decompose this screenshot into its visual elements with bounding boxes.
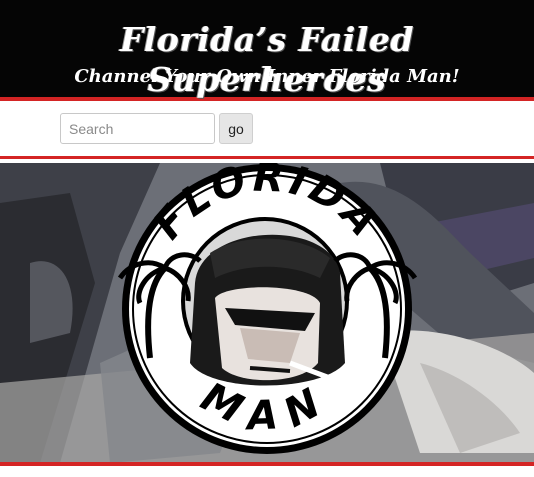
hero-banner: FLORIDA MAN — [0, 163, 534, 463]
go-button[interactable]: go — [219, 113, 253, 144]
page-body — [0, 466, 534, 477]
search-input[interactable] — [60, 113, 215, 144]
site-tagline: Channel Your Own Inner Florida Man! — [74, 66, 460, 87]
search-bar: go — [0, 101, 534, 159]
banner-scene: FLORIDA MAN — [0, 163, 534, 463]
site-header: Florida’s Failed Superheroes Channel You… — [0, 0, 534, 101]
